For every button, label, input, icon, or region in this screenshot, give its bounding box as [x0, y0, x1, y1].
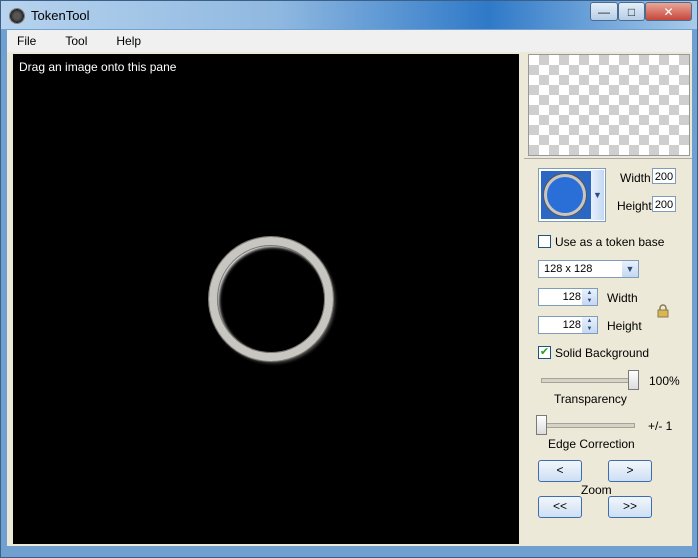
size-select[interactable]: 128 x 128 ▼	[538, 260, 639, 278]
close-icon: ✕	[663, 4, 674, 19]
divider	[524, 158, 692, 159]
chevron-down-icon[interactable]: ▼	[591, 170, 604, 220]
settings-panel: ▼ Width 200 Height 200 Use as a token ba…	[524, 52, 692, 546]
zoom-in-large-button[interactable]: <<	[538, 496, 582, 518]
token-base-label: Use as a token base	[555, 235, 665, 249]
token-ring-overlay[interactable]	[209, 237, 333, 361]
ring-overlay-icon	[544, 174, 586, 216]
menu-bar: File Tool Help	[7, 30, 692, 52]
transparency-slider-track[interactable]	[541, 378, 635, 383]
token-base-checkbox[interactable]	[538, 235, 551, 248]
transparency-label: Transparency	[554, 392, 627, 406]
overlay-selector[interactable]: ▼	[538, 168, 606, 222]
edge-correction-slider-thumb[interactable]	[536, 415, 547, 435]
client-area: Drag an image onto this pane ▼ Width 200…	[7, 52, 692, 546]
menu-file[interactable]: File	[17, 34, 36, 48]
chevron-down-icon: ▼	[622, 261, 638, 277]
minimize-icon: —	[598, 4, 610, 19]
solid-background-label: Solid Background	[555, 346, 650, 360]
maximize-icon: □	[627, 4, 636, 19]
zoom-out-large-button[interactable]: >>	[608, 496, 652, 518]
spin-down-icon[interactable]: ▼	[582, 325, 597, 333]
menu-help[interactable]: Help	[116, 34, 141, 48]
zoom-label: Zoom	[581, 483, 612, 497]
width-label: Width	[607, 291, 638, 305]
title-bar[interactable]: TokenTool — □ ✕	[1, 1, 697, 29]
zoom-out-small-button[interactable]: >	[608, 460, 652, 482]
solid-background-checkbox[interactable]: ✔	[538, 346, 551, 359]
maximize-button[interactable]: □	[618, 2, 645, 21]
drop-hint: Drag an image onto this pane	[19, 60, 177, 74]
edge-correction-label: Edge Correction	[548, 437, 635, 451]
edge-correction-value: +/- 1	[648, 419, 673, 433]
token-preview	[528, 54, 690, 156]
window-title: TokenTool	[31, 8, 90, 23]
overlay-width-value: 200	[652, 168, 676, 184]
overlay-width-label: Width	[620, 171, 651, 185]
overlay-height-value: 200	[652, 196, 676, 212]
spin-up-icon[interactable]: ▲	[582, 317, 597, 325]
image-drop-pane[interactable]: Drag an image onto this pane	[13, 54, 519, 544]
transparency-value: 100%	[649, 374, 680, 388]
transparency-slider-thumb[interactable]	[628, 370, 639, 390]
height-spinner-value: 128	[562, 319, 581, 331]
overlay-thumbnail	[541, 171, 591, 219]
spin-down-icon[interactable]: ▼	[582, 297, 597, 305]
width-spinner-value: 128	[562, 291, 581, 303]
size-select-value: 128 x 128	[544, 263, 593, 275]
spin-up-icon[interactable]: ▲	[582, 289, 597, 297]
overlay-height-label: Height	[617, 199, 652, 213]
minimize-button[interactable]: —	[590, 2, 618, 21]
width-spinner[interactable]: 128 ▲ ▼	[538, 288, 598, 306]
height-label: Height	[607, 319, 642, 333]
close-button[interactable]: ✕	[645, 2, 692, 21]
lock-icon[interactable]	[657, 304, 669, 318]
menu-tool[interactable]: Tool	[65, 34, 87, 48]
app-icon	[9, 8, 25, 24]
edge-correction-slider-track[interactable]	[541, 423, 635, 428]
zoom-in-small-button[interactable]: <	[538, 460, 582, 482]
main-window: TokenTool — □ ✕ File Tool Help Drag an i…	[0, 0, 698, 558]
height-spinner[interactable]: 128 ▲ ▼	[538, 316, 598, 334]
